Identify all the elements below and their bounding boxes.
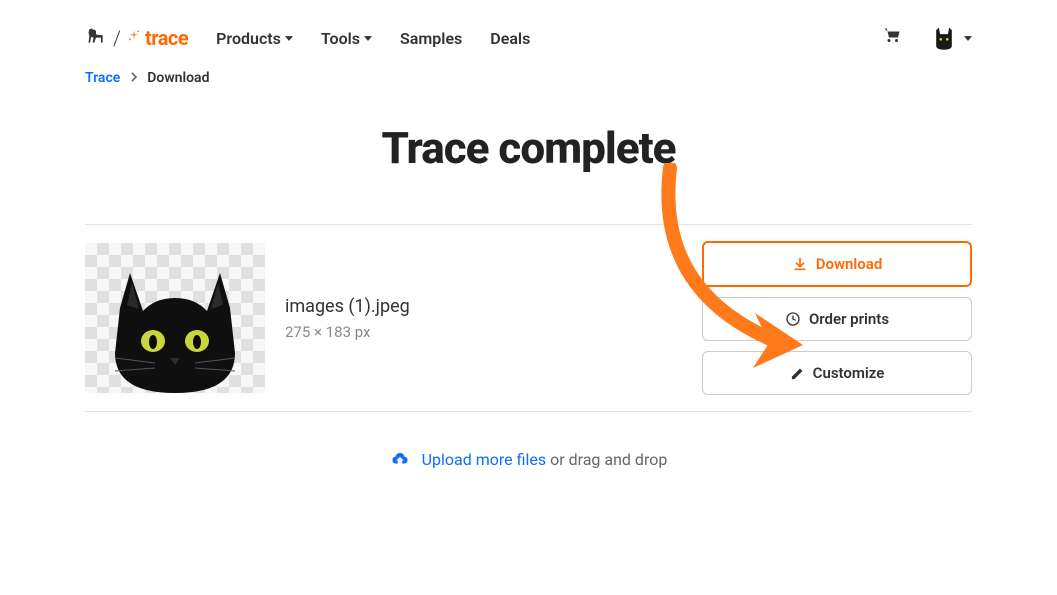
nav-tools[interactable]: Tools bbox=[321, 29, 372, 48]
upload-more-link[interactable]: Upload more files bbox=[422, 450, 546, 469]
nav-samples[interactable]: Samples bbox=[400, 29, 462, 48]
nav-tools-label: Tools bbox=[321, 29, 360, 48]
download-button[interactable]: Download bbox=[702, 241, 972, 287]
page-title: Trace complete bbox=[85, 104, 972, 224]
brand-text: trace bbox=[145, 26, 188, 50]
file-name: images (1).jpeg bbox=[285, 296, 410, 323]
upload-more-area[interactable]: Upload more files or drag and drop bbox=[85, 412, 972, 510]
upload-more-rest: or drag and drop bbox=[546, 450, 667, 469]
avatar-icon bbox=[930, 24, 958, 52]
customize-button[interactable]: Customize bbox=[702, 351, 972, 395]
file-dimensions: 275 × 183 px bbox=[285, 323, 410, 341]
order-prints-button[interactable]: Order prints bbox=[702, 297, 972, 341]
order-prints-label: Order prints bbox=[809, 310, 889, 328]
cat-image bbox=[95, 263, 255, 393]
clock-icon bbox=[785, 311, 801, 327]
pencil-icon bbox=[790, 366, 805, 381]
navbar: / trace Products Tools Samples bbox=[85, 0, 972, 64]
nav-deals-label: Deals bbox=[490, 29, 530, 48]
nav-links: Products Tools Samples Deals bbox=[216, 29, 530, 48]
result-row: images (1).jpeg 275 × 183 px Download Or… bbox=[85, 224, 972, 412]
chevron-right-icon bbox=[130, 70, 137, 86]
download-label: Download bbox=[816, 255, 883, 273]
user-menu[interactable] bbox=[930, 24, 972, 52]
nav-deals[interactable]: Deals bbox=[490, 29, 530, 48]
breadcrumb-root[interactable]: Trace bbox=[85, 70, 120, 86]
nav-right bbox=[882, 24, 972, 52]
file-meta: images (1).jpeg 275 × 183 px bbox=[285, 296, 410, 341]
nav-left: / trace Products Tools Samples bbox=[85, 26, 530, 51]
action-buttons: Download Order prints Customize bbox=[702, 241, 972, 395]
customize-label: Customize bbox=[813, 364, 885, 382]
slash-icon: / bbox=[111, 26, 123, 50]
download-icon bbox=[792, 256, 808, 272]
breadcrumb: Trace Download bbox=[85, 64, 972, 104]
caret-down-icon bbox=[285, 36, 293, 41]
cloud-upload-icon bbox=[390, 453, 414, 472]
brand-logo[interactable]: / trace bbox=[85, 26, 188, 51]
cart-icon[interactable] bbox=[882, 27, 902, 49]
caret-down-icon bbox=[964, 36, 972, 41]
caret-down-icon bbox=[364, 36, 372, 41]
breadcrumb-current: Download bbox=[147, 70, 209, 86]
nav-products-label: Products bbox=[216, 29, 281, 48]
sparkle-icon bbox=[127, 29, 141, 47]
result-thumbnail[interactable] bbox=[85, 243, 265, 393]
nav-products[interactable]: Products bbox=[216, 29, 293, 48]
horse-icon bbox=[85, 26, 107, 51]
nav-samples-label: Samples bbox=[400, 29, 462, 48]
